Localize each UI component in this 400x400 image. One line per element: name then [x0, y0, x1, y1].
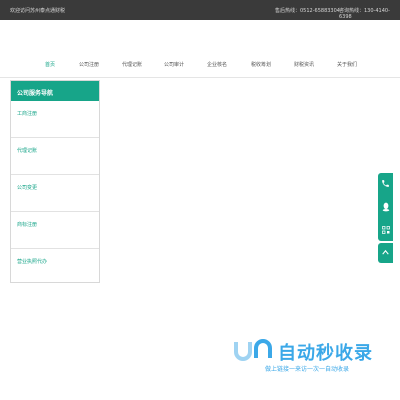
watermark-title: 自动秒收录 — [278, 343, 373, 364]
sidebar-item-bookkeeping[interactable]: 代理记账 — [11, 138, 99, 175]
nav-item-name-check[interactable]: 企业核名 — [207, 61, 227, 68]
phone-icon[interactable] — [378, 173, 393, 195]
nav-item-about[interactable]: 关于我们 — [337, 61, 357, 68]
floating-contact-bar — [378, 173, 393, 241]
sidebar-item-company-change[interactable]: 公司变更 — [11, 175, 99, 212]
back-to-top-button[interactable] — [378, 243, 393, 263]
sidebar-item-business-registration[interactable]: 工商注册 — [11, 101, 99, 138]
nav-item-company-registration[interactable]: 公司注册 — [79, 61, 99, 68]
watermark: 自动秒收录 做上链接一来访一次一自动收录 — [232, 338, 382, 378]
watermark-logo-icon — [234, 339, 272, 361]
top-bar: 欢迎访问苏州泰点通财税 售后热线：0512-65883304 咨询热线：130-… — [0, 0, 400, 20]
qq-icon[interactable] — [378, 196, 393, 218]
chevron-up-icon — [382, 249, 389, 255]
sidebar-item-trademark[interactable]: 商标注册 — [11, 212, 99, 249]
nav-item-home[interactable]: 首页 — [45, 61, 55, 68]
nav-item-tax-planning[interactable]: 税收筹划 — [251, 61, 271, 68]
sidebar-title: 公司服务导航 — [11, 81, 99, 101]
consult-hotline: 咨询热线：130-4140-6398 — [339, 8, 390, 20]
service-hotline: 售后热线：0512-65883304 — [275, 8, 340, 14]
service-sidebar: 公司服务导航 工商注册 代理记账 公司变更 商标注册 营业执照代办 — [10, 80, 100, 283]
sidebar-item-business-license[interactable]: 营业执照代办 — [11, 249, 99, 286]
nav-item-news[interactable]: 财税资讯 — [294, 61, 314, 68]
qrcode-icon[interactable] — [378, 219, 393, 241]
nav-item-audit[interactable]: 公司审计 — [164, 61, 184, 68]
welcome-text: 欢迎访问苏州泰点通财税 — [10, 8, 66, 14]
main-nav: 首页 公司注册 代理记账 公司审计 企业核名 税收筹划 财税资讯 关于我们 — [0, 55, 400, 78]
watermark-subtitle: 做上链接一来访一次一自动收录 — [264, 366, 349, 373]
nav-item-bookkeeping[interactable]: 代理记账 — [122, 61, 142, 68]
